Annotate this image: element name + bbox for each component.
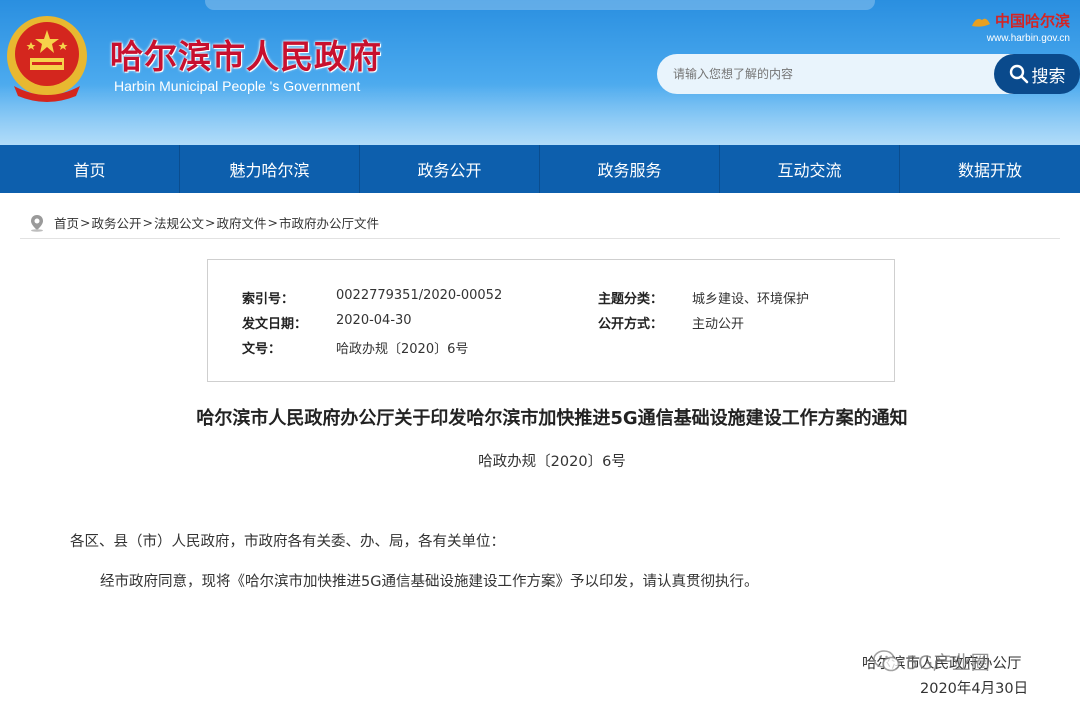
document-addressee: 各区、县（市）人民政府，市政府各有关委、办、局，各有关单位： [70,534,505,550]
document-info-box: 索引号： 0022779351/2020-00052 发文日期： 2020-04… [207,259,895,382]
national-emblem-icon [7,16,87,102]
nav-charm-harbin[interactable]: 魅力哈尔滨 [180,145,360,193]
search-button-label: 搜索 [1031,66,1066,87]
swan-logo-icon [971,18,990,27]
search-input[interactable] [657,54,1037,94]
nav-gov-services[interactable]: 政务服务 [540,145,720,193]
breadcrumb-home[interactable]: 首页 [54,213,79,232]
date-value: 2020-04-30 [336,313,412,328]
breadcrumb: 首页 > 政务公开 > 法规公文 > 政府文件 > 市政府办公厅文件 [28,213,379,232]
brand-url: www.harbin.gov.cn [986,33,1070,44]
breadcrumb-regulations[interactable]: 法规公文 [154,213,204,232]
docno-label: 文号： [242,342,282,357]
nav-gov-affairs-open[interactable]: 政务公开 [360,145,540,193]
wechat-watermark: 5G产业圈 [872,646,990,676]
wechat-icon [873,650,900,672]
topic-label: 主题分类： [598,292,664,307]
search-icon [1009,64,1028,84]
breadcrumb-gov-docs[interactable]: 政府文件 [217,213,267,232]
site-title: 哈尔滨市人民政府 [110,37,382,76]
site-header: 哈尔滨市人民政府 Harbin Municipal People 's Gove… [0,0,1080,145]
header-haze [0,85,1080,145]
date-label: 发文日期： [242,317,308,332]
document-body: 经市政府同意，现将《哈尔滨市加快推进5G通信基础设施建设工作方案》予以印发，请认… [100,574,759,590]
brand-logo[interactable]: 中国哈尔滨 www.harbin.gov.cn [970,10,1070,44]
watermark-text: 5G产业圈 [906,651,990,674]
top-strip [205,0,875,10]
brand-name: 中国哈尔滨 [994,12,1070,30]
nav-interaction[interactable]: 互动交流 [720,145,900,193]
document-number: 哈政办规〔2020〕6号 [478,454,626,470]
main-nav: 首页 魅力哈尔滨 政务公开 政务服务 互动交流 数据开放 [0,145,1080,193]
breadcrumb-gov-open[interactable]: 政务公开 [92,213,142,232]
index-value: 0022779351/2020-00052 [336,288,503,303]
disclosure-label: 公开方式： [598,317,664,332]
nav-open-data[interactable]: 数据开放 [900,145,1080,193]
document-date: 2020年4月30日 [920,681,1029,697]
breadcrumb-divider [20,238,1060,239]
topic-value: 城乡建设、环境保护 [692,292,810,307]
docno-value: 哈政办规〔2020〕6号 [336,342,469,357]
index-label: 索引号： [242,292,295,307]
search-button[interactable]: 搜索 [994,54,1080,94]
disclosure-value: 主动公开 [692,317,745,332]
breadcrumb-office-docs[interactable]: 市政府办公厅文件 [279,213,379,232]
nav-home[interactable]: 首页 [0,145,180,193]
location-pin-icon [31,214,43,232]
document-title: 哈尔滨市人民政府办公厅关于印发哈尔滨市加快推进5G通信基础设施建设工作方案的通知 [196,408,908,429]
search-bar: 搜索 [657,54,1080,94]
site-subtitle: Harbin Municipal People 's Government [114,78,361,94]
